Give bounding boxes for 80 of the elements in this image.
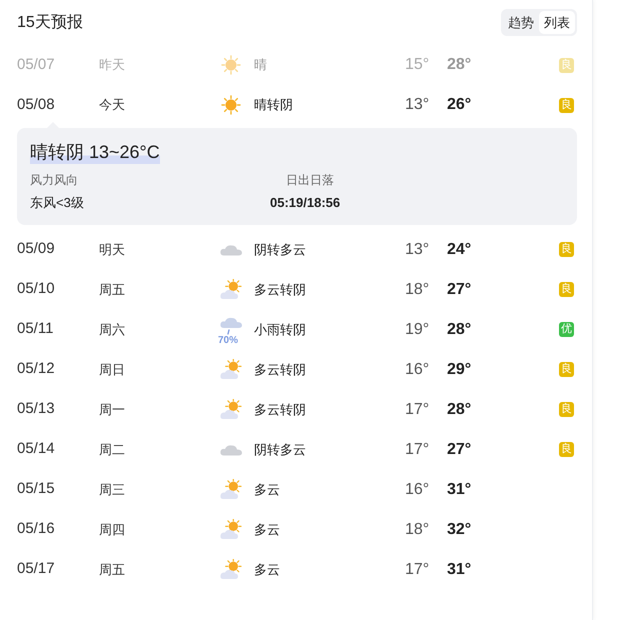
date-text: 05/12 [17,359,56,380]
weather-description: 多云 [254,560,281,579]
high-temperature: 31° [447,560,472,580]
date-text: 05/14 [17,439,56,460]
date-text: 05/08 [17,94,56,115]
low-temperature: 13° [405,240,430,260]
weather-description: 阴转多云 [254,240,307,259]
high-temperature: 28° [447,55,472,75]
day-label: 周五 [99,560,126,579]
day-label: 周一 [99,400,126,419]
cloud-icon [220,444,243,456]
detail-summary: 晴转阴 13~26°C [30,140,160,164]
sunrise-sunset-time: 05:19/18:56 [270,194,340,212]
air-quality-tag: 优 [559,322,574,337]
high-temperature: 26° [447,95,472,115]
low-temperature: 19° [405,320,430,340]
section-title: 15天预报 [17,12,83,32]
day-label: 周日 [99,360,126,379]
day-label: 周五 [99,280,126,299]
low-temperature: 13° [405,95,430,115]
day-label: 今天 [99,96,126,114]
weather-description: 多云转阴 [254,400,307,419]
weather-description: 晴转阴 [254,96,294,114]
day-label: 昨天 [99,56,126,74]
low-temperature: 17° [405,440,430,460]
view-tab[interactable]: 列表 [539,10,575,34]
low-temperature: 17° [405,400,430,420]
high-temperature: 28° [447,320,472,340]
low-temperature: 18° [405,520,430,540]
weather-description: 多云转阴 [254,280,307,299]
date-text: 05/11 [17,319,54,340]
air-quality-tag: 良 [559,242,574,257]
weather-description: 多云 [254,520,281,539]
weather-description: 阴转多云 [254,440,307,459]
low-temperature: 17° [405,560,430,580]
view-tab[interactable]: 趋势 [503,10,539,34]
high-temperature: 24° [447,240,472,260]
weather-description: 小雨转阴 [254,320,307,339]
day-label: 周三 [99,480,126,499]
weather-description: 晴 [254,56,268,74]
sun-behind-cloud-icon [220,358,244,380]
air-quality-tag: 良 [559,282,574,297]
precipitation-chance: 70% [218,336,238,346]
wind-label: 风力风向 [30,172,79,189]
wind-value: 东风<3级 [30,194,85,212]
high-temperature: 28° [447,400,472,420]
date-text: 05/17 [17,559,56,580]
date-text: 05/07 [17,54,56,75]
date-text: 05/10 [17,279,56,300]
sun-behind-cloud-icon [220,518,244,540]
low-temperature: 15° [405,55,430,75]
sun-behind-cloud-icon [220,478,244,500]
day-label: 明天 [99,240,126,259]
day-label: 周四 [99,520,126,539]
date-text: 05/09 [17,239,56,260]
high-temperature: 27° [447,440,472,460]
low-temperature: 16° [405,480,430,500]
high-temperature: 27° [447,280,472,300]
air-quality-tag: 良 [559,402,574,417]
air-quality-tag: 良 [559,58,574,72]
weather-description: 多云转阴 [254,360,307,379]
sun-behind-cloud-icon [220,558,244,580]
day-label: 周六 [99,320,126,339]
sun-behind-cloud-icon [220,278,244,300]
sun-behind-cloud-icon [220,398,244,420]
low-temperature: 18° [405,280,430,300]
high-temperature: 29° [447,360,472,380]
air-quality-tag: 良 [559,362,574,377]
date-text: 05/13 [17,399,56,420]
date-text: 05/16 [17,519,56,540]
high-temperature: 32° [447,520,472,540]
air-quality-tag: 良 [559,98,574,112]
sun-label: 日出日落 [285,172,335,189]
high-temperature: 31° [447,480,472,500]
day-label: 周二 [99,440,126,459]
cloud-icon [220,244,243,256]
low-temperature: 16° [405,360,430,380]
date-text: 05/15 [17,479,56,500]
air-quality-tag: 良 [559,442,574,457]
weather-description: 多云 [254,480,281,499]
